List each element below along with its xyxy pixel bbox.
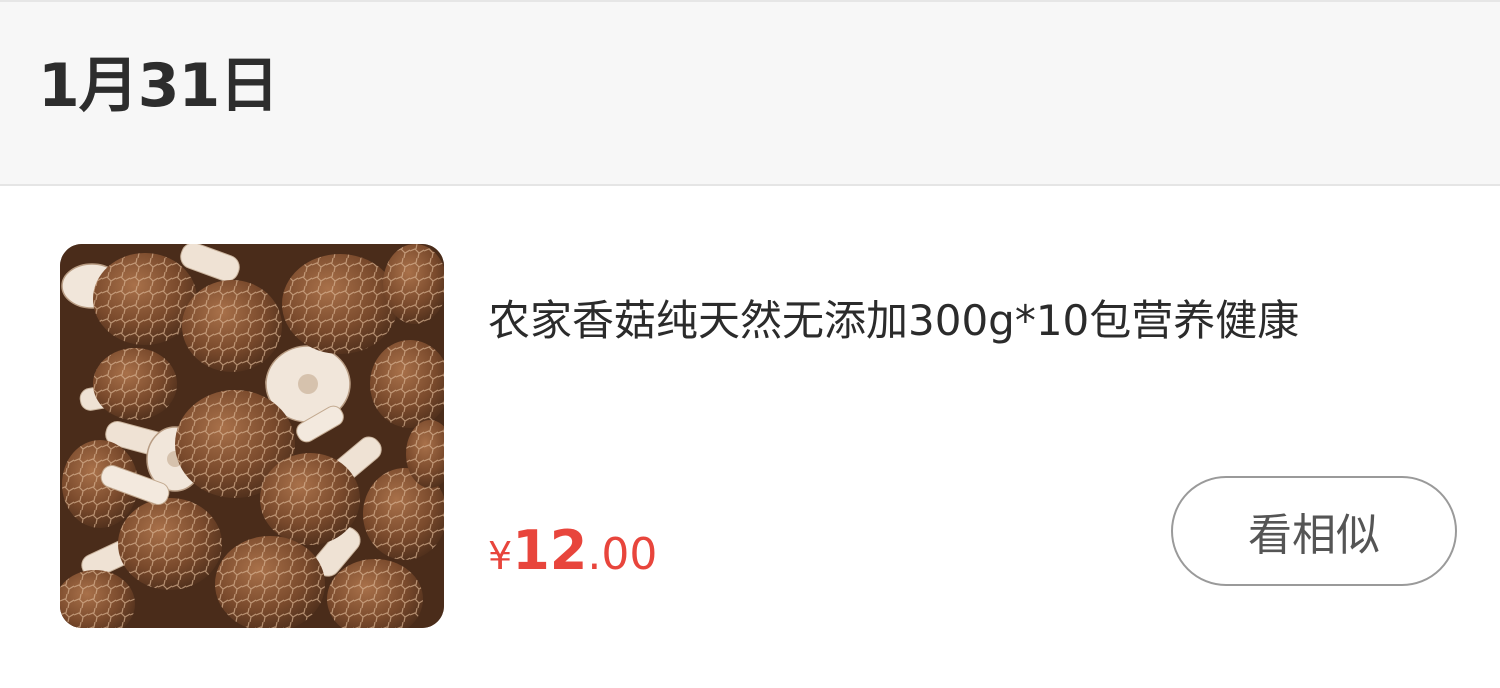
mushroom-photo-icon: [60, 244, 444, 628]
price-integer: 12: [512, 519, 588, 582]
date-label: 1月31日: [38, 51, 279, 121]
date-header: 1月31日: [0, 2, 1500, 184]
product-price: ¥12.00: [488, 524, 657, 578]
see-similar-button[interactable]: 看相似: [1171, 476, 1457, 586]
price-currency: ¥: [488, 534, 513, 578]
price-decimal: .00: [587, 529, 658, 580]
product-card[interactable]: 农家香菇纯天然无添加300g*10包营养健康 ¥12.00 看相似: [0, 186, 1500, 688]
product-image[interactable]: [60, 244, 444, 628]
product-title[interactable]: 农家香菇纯天然无添加300g*10包营养健康: [488, 296, 1299, 346]
